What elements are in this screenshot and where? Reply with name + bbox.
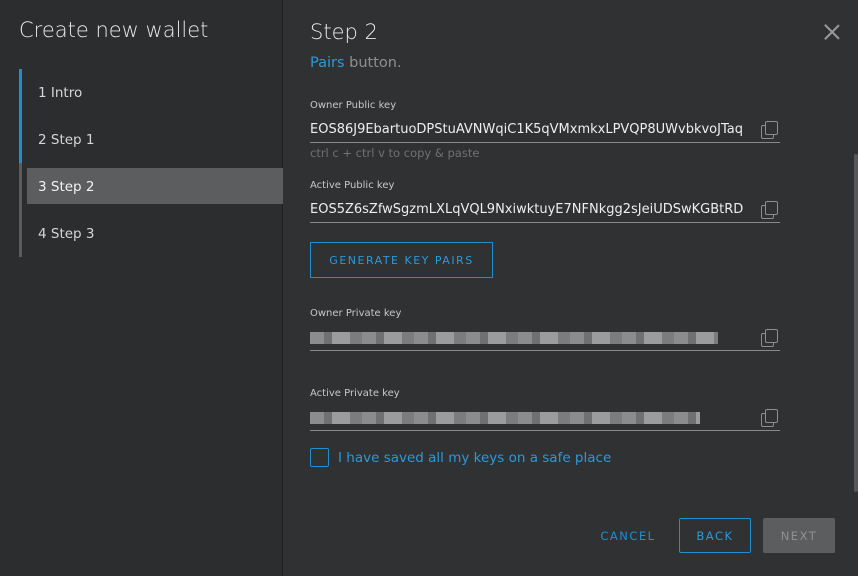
content-scrollbar[interactable] [854,154,858,492]
active-private-key-label: Active Private key [310,388,400,399]
saved-keys-label[interactable]: I have saved all my keys on a safe place [338,450,611,466]
step-progress-bar [19,163,22,210]
pairs-link[interactable]: Pairs [310,55,345,71]
saved-keys-checkbox[interactable] [310,448,329,467]
step-progress-bar [19,116,22,163]
owner-private-key-label: Owner Private key [310,308,402,319]
close-icon[interactable] [824,24,840,40]
step-list: 1 Intro 2 Step 1 3 Step 2 4 Step 3 [19,69,283,257]
copy-icon[interactable] [761,201,779,219]
redacted-owner-private-key [310,331,718,344]
step-item-step-1[interactable]: 2 Step 1 [19,116,283,163]
generate-key-pairs-button[interactable]: GENERATE KEY PAIRS [310,242,493,278]
step-item-intro[interactable]: 1 Intro [19,69,283,116]
step-progress-bar [19,210,22,257]
step-title: Step 2 [310,20,378,44]
intro-rest-text: button. [344,55,402,71]
wizard-content: Step 2 Pairs button. Owner Public key EO… [284,0,858,576]
owner-private-key-field: Owner Private key [310,308,780,351]
owner-public-key-input[interactable]: EOS86J9EbartuoDPStuAVNWqiC1K5qVMxmkxLPVQ… [310,117,780,143]
step-label: 4 Step 3 [38,225,95,242]
copy-icon[interactable] [761,329,779,347]
owner-private-key-input[interactable] [310,325,780,351]
step-label: 2 Step 1 [38,131,95,148]
copy-paste-hint: ctrl c + ctrl v to copy & paste [310,146,480,160]
owner-public-key-value: EOS86J9EbartuoDPStuAVNWqiC1K5qVMxmkxLPVQ… [310,122,743,137]
next-button[interactable]: NEXT [763,518,835,553]
step-progress-bar [19,69,22,116]
step-label: 3 Step 2 [38,178,95,195]
active-public-key-field: Active Public key EOS5Z6sZfwSgzmLXLqVQL9… [310,180,780,223]
redacted-active-private-key [310,411,700,424]
active-private-key-input[interactable] [310,405,780,431]
active-private-key-field: Active Private key [310,388,780,431]
back-button[interactable]: BACK [679,518,751,553]
copy-icon[interactable] [761,121,779,139]
intro-text: Pairs button. [310,55,402,71]
wizard-title: Create new wallet [19,18,209,42]
active-public-key-label: Active Public key [310,180,395,191]
step-label: 1 Intro [38,84,83,101]
copy-icon[interactable] [761,409,779,427]
step-item-step-2[interactable]: 3 Step 2 [19,163,283,210]
owner-public-key-label: Owner Public key [310,100,397,111]
active-public-key-value: EOS5Z6sZfwSgzmLXLqVQL9NxiwktuyE7NFNkgg2s… [310,202,744,217]
wizard-sidebar: Create new wallet 1 Intro 2 Step 1 3 Ste… [0,0,283,576]
owner-public-key-field: Owner Public key EOS86J9EbartuoDPStuAVNW… [310,100,780,143]
active-public-key-input[interactable]: EOS5Z6sZfwSgzmLXLqVQL9NxiwktuyE7NFNkgg2s… [310,197,780,223]
cancel-button[interactable]: CANCEL [594,518,662,553]
saved-keys-confirmation: I have saved all my keys on a safe place [310,448,611,467]
step-item-step-3[interactable]: 4 Step 3 [19,210,283,257]
